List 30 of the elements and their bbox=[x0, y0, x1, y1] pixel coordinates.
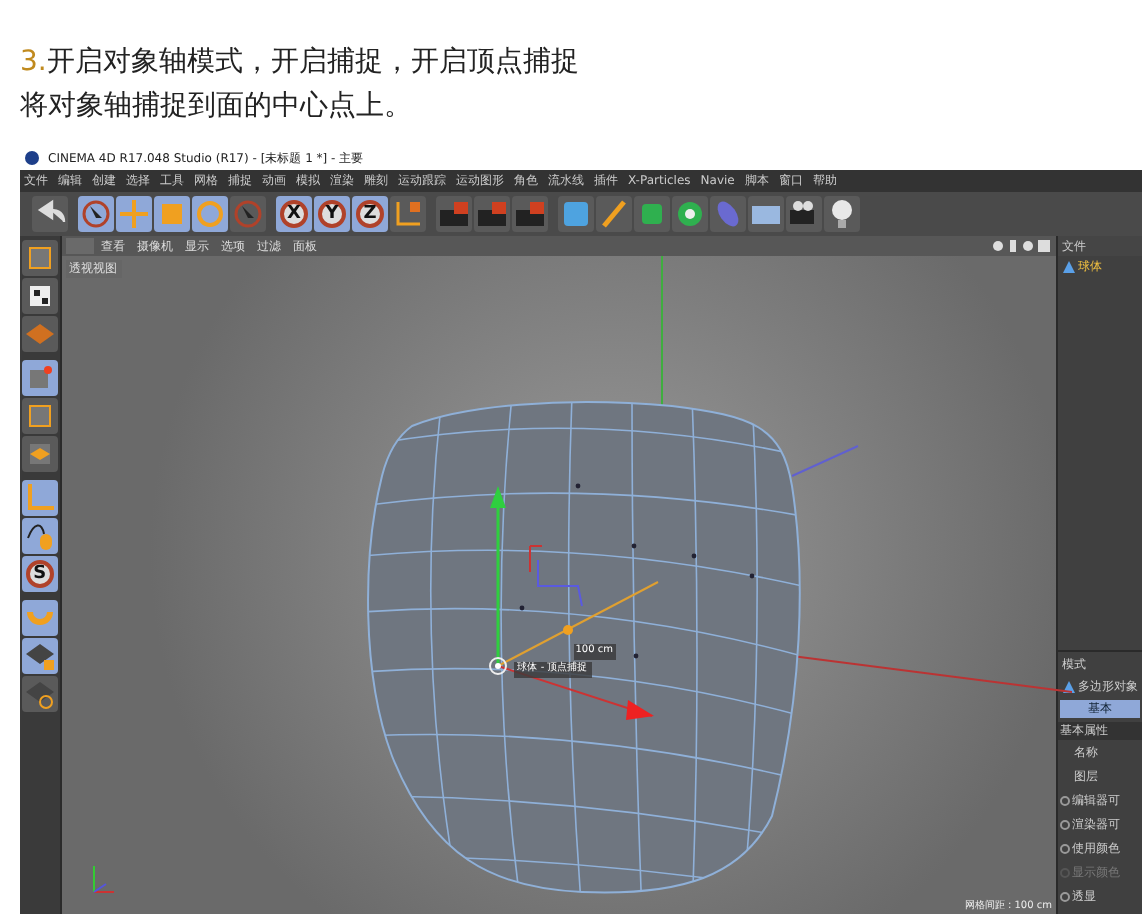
axes-icon[interactable] bbox=[21, 480, 58, 516]
plane-icon[interactable] bbox=[21, 638, 58, 674]
solo-button[interactable]: S bbox=[21, 556, 58, 592]
step-description: 将对象轴捕捉到面的中心点上。 bbox=[20, 88, 414, 126]
mouse-icon[interactable] bbox=[21, 518, 58, 554]
plane-icon[interactable] bbox=[21, 676, 58, 712]
clapboard-icon[interactable] bbox=[512, 196, 548, 232]
branch-line bbox=[790, 445, 859, 477]
axis-lock-button[interactable]: X bbox=[276, 196, 312, 232]
step-number: 3. bbox=[20, 46, 47, 78]
app-logo-icon bbox=[24, 150, 40, 166]
pen-icon[interactable] bbox=[596, 196, 632, 232]
axis-lock-button[interactable]: Z bbox=[352, 196, 388, 232]
floor-icon[interactable] bbox=[748, 196, 784, 232]
axis-lock-button[interactable]: Y bbox=[314, 196, 350, 232]
cursor-icon[interactable] bbox=[78, 196, 114, 232]
corner-axis-icon bbox=[92, 865, 115, 893]
clapboard-icon[interactable] bbox=[436, 196, 472, 232]
magnet-icon[interactable] bbox=[21, 600, 58, 636]
checker-cube-icon[interactable] bbox=[21, 278, 58, 314]
camera-icon[interactable] bbox=[786, 196, 822, 232]
viewport-navigation-icon[interactable] bbox=[992, 238, 1052, 254]
cursor-icon[interactable] bbox=[230, 196, 266, 232]
bulb-icon[interactable] bbox=[824, 196, 860, 232]
undo-icon[interactable] bbox=[32, 196, 68, 232]
polygon-object-icon bbox=[1062, 680, 1076, 694]
cube-face-icon[interactable] bbox=[21, 436, 58, 472]
step-heading: 开启对象轴模式，开启捕捉，开启顶点捕捉 bbox=[46, 46, 579, 78]
axes-icon[interactable] bbox=[390, 196, 426, 232]
clapboard-icon[interactable] bbox=[474, 196, 510, 232]
